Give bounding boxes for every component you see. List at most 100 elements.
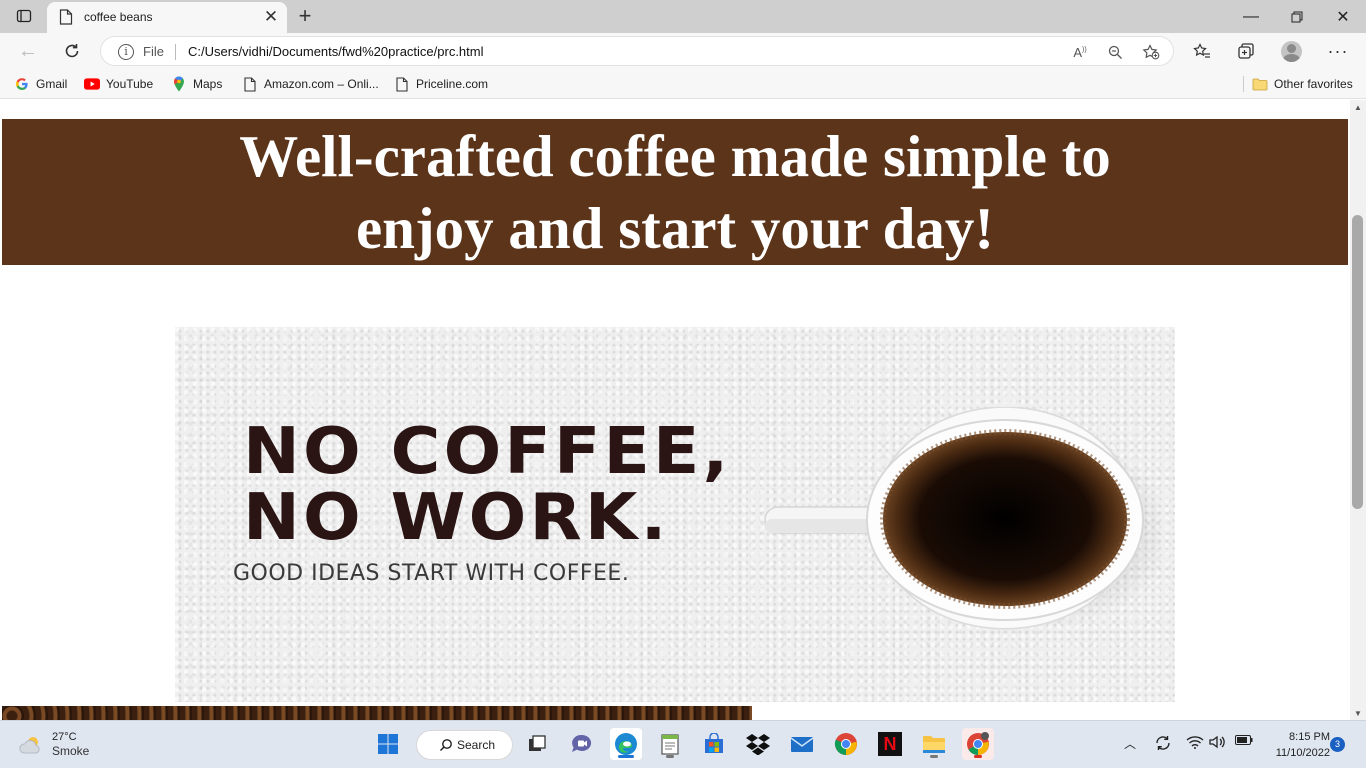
clock-date: 11/10/2022 <box>1275 747 1330 759</box>
browser-toolbar: ← i File C:/Users/vidhi/Documents/fwd%20… <box>0 33 1366 69</box>
clock-time: 8:15 PM <box>1289 731 1330 743</box>
promo-tagline: GOOD IDEAS START WITH COFFEE. <box>233 561 630 586</box>
coffee-cup-image <box>764 407 1160 632</box>
chrome-dev-icon <box>967 732 989 755</box>
start-button[interactable] <box>372 728 404 760</box>
restore-button[interactable] <box>1274 0 1320 33</box>
volume-icon <box>1209 735 1225 749</box>
info-icon[interactable]: i <box>118 44 134 60</box>
mail-button[interactable] <box>786 728 818 760</box>
refresh-icon <box>65 44 79 58</box>
netflix-icon: N <box>878 732 902 756</box>
favorites-bar: Gmail YouTube Maps Amazon.com – Onli... … <box>0 69 1366 99</box>
volume-tray-button[interactable] <box>1209 735 1227 749</box>
favorites-button[interactable] <box>1187 36 1217 66</box>
start-icon <box>378 734 398 754</box>
chevron-up-icon: ︿ <box>1123 737 1136 751</box>
address-bar[interactable]: i File C:/Users/vidhi/Documents/fwd%20pr… <box>100 36 1174 66</box>
favorite-gmail[interactable]: Gmail <box>14 75 67 93</box>
task-view-button[interactable] <box>521 728 553 760</box>
sync-tray-button[interactable] <box>1153 735 1173 751</box>
browser-tab[interactable]: coffee beans ✕ <box>47 2 287 33</box>
notepad-icon <box>661 734 679 755</box>
profile-avatar[interactable] <box>1281 41 1302 62</box>
folder-icon <box>1252 76 1268 92</box>
add-favorite-icon[interactable] <box>1140 42 1162 62</box>
weather-cloud-icon <box>19 736 40 753</box>
edge-taskbar-button[interactable] <box>610 728 642 760</box>
page-icon <box>242 76 258 92</box>
close-window-button[interactable]: ✕ <box>1320 0 1366 33</box>
notepad-button[interactable] <box>654 728 686 760</box>
scroll-down-icon[interactable]: ▼ <box>1350 706 1366 720</box>
search-label: Search <box>457 738 496 752</box>
other-favorites[interactable]: Other favorites <box>1252 75 1353 93</box>
taskbar-search[interactable]: Search <box>416 730 513 760</box>
chrome-dev-button[interactable] <box>962 728 994 760</box>
security-label: File <box>143 44 164 59</box>
scroll-up-icon[interactable]: ▲ <box>1350 100 1366 114</box>
notification-badge[interactable]: 3 <box>1330 737 1345 752</box>
other-favorites-label: Other favorites <box>1274 77 1353 91</box>
close-icon: ✕ <box>1336 8 1350 26</box>
tab-actions-button[interactable] <box>8 4 40 28</box>
favorites-separator <box>1243 76 1244 92</box>
vertical-scrollbar[interactable]: ▲ ▼ <box>1350 100 1366 720</box>
scrollbar-thumb[interactable] <box>1352 215 1363 509</box>
tab-close-icon[interactable]: ✕ <box>261 7 281 27</box>
tab-strip: coffee beans ✕ + — ✕ <box>0 0 1366 33</box>
read-aloud-icon[interactable]: A)) <box>1069 42 1091 62</box>
gmail-icon <box>14 76 30 92</box>
back-button[interactable]: ← <box>13 36 43 66</box>
refresh-button[interactable] <box>57 36 87 66</box>
favorite-label: Amazon.com – Onli... <box>264 77 379 91</box>
wifi-tray-button[interactable] <box>1186 735 1204 749</box>
wifi-icon <box>1186 736 1204 749</box>
favorite-amazon[interactable]: Amazon.com – Onli... <box>242 75 379 93</box>
favorite-label: Gmail <box>36 77 68 91</box>
maps-icon <box>171 76 187 92</box>
ellipsis-icon: ··· <box>1327 40 1349 61</box>
promo-image: NO COFFEE, NO WORK. GOOD IDEAS START WIT… <box>175 327 1175 702</box>
show-hidden-icons-button[interactable]: ︿ <box>1121 735 1139 752</box>
address-divider <box>175 44 176 60</box>
chrome-button[interactable] <box>830 728 862 760</box>
new-tab-button[interactable]: + <box>290 2 320 30</box>
zoom-out-icon[interactable] <box>1104 42 1126 62</box>
search-icon <box>439 739 452 752</box>
page-icon <box>59 9 73 25</box>
clock[interactable]: 8:15 PM 11/10/2022 <box>1256 729 1330 761</box>
file-explorer-button[interactable] <box>918 728 950 760</box>
battery-tray-button[interactable] <box>1234 735 1254 745</box>
collections-icon <box>1238 43 1254 59</box>
weather-temp: 27°C <box>52 731 77 743</box>
favorite-youtube[interactable]: YouTube <box>84 75 153 93</box>
teams-chat-button[interactable] <box>566 728 598 760</box>
arrow-left-icon: ← <box>18 39 38 62</box>
favorite-label: Priceline.com <box>416 77 489 91</box>
teams-chat-icon <box>572 734 592 752</box>
coffee-beans-image <box>2 706 752 720</box>
url-text[interactable]: C:/Users/vidhi/Documents/fwd%20practice/… <box>188 44 484 59</box>
dropbox-button[interactable] <box>742 728 774 760</box>
promo-line-1: NO COFFEE, <box>243 415 732 489</box>
settings-more-button[interactable]: ··· <box>1323 36 1353 66</box>
hero-banner: Well-crafted coffee made simple to enjoy… <box>2 119 1348 265</box>
restore-icon <box>1291 11 1303 22</box>
collections-button[interactable] <box>1231 36 1261 66</box>
page-icon <box>394 76 410 92</box>
tab-title: coffee beans <box>84 10 153 24</box>
promo-line-2: NO WORK. <box>243 481 670 555</box>
tab-actions-icon <box>16 9 32 23</box>
active-indicator <box>618 755 634 758</box>
sync-icon <box>1156 736 1170 750</box>
weather-widget[interactable]: 27°C Smoke <box>18 730 89 759</box>
favorite-priceline[interactable]: Priceline.com <box>394 75 488 93</box>
favorite-maps[interactable]: Maps <box>171 75 222 93</box>
store-button[interactable] <box>698 728 730 760</box>
weather-condition: Smoke <box>52 744 90 758</box>
netflix-button[interactable]: N <box>874 728 906 760</box>
favorites-star-list-icon <box>1193 43 1210 58</box>
minimize-button[interactable]: — <box>1228 0 1274 33</box>
running-indicator <box>930 755 938 758</box>
